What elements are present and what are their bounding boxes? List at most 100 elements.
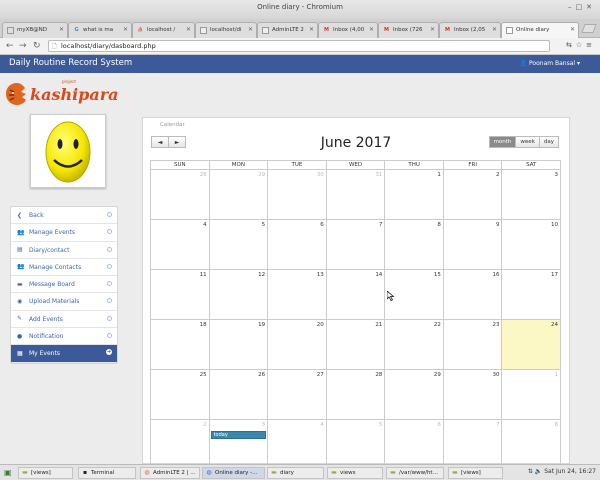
week-view-button[interactable]: week xyxy=(515,136,540,148)
calendar-day[interactable]: 30 xyxy=(268,170,327,219)
taskbar-item[interactable]: ▬ [views] xyxy=(448,467,503,479)
back-arrow-icon[interactable]: ← xyxy=(6,41,14,51)
calendar-day[interactable]: 28 xyxy=(151,170,210,219)
maximize-icon[interactable]: □ xyxy=(576,3,587,11)
calendar-day[interactable]: 7 xyxy=(444,420,503,466)
sidebar-item-manage-events[interactable]: 👥 Manage Events xyxy=(11,224,117,242)
sidebar-item-upload-materials[interactable]: ◉ Upload Materials xyxy=(11,293,117,311)
taskbar-item[interactable]: ▪ Terminal xyxy=(78,467,136,479)
taskbar-item[interactable]: ▬ views xyxy=(327,467,383,479)
clock[interactable]: Sat Jun 24, 16:27 xyxy=(544,468,596,475)
caret-down-icon: ▾ xyxy=(575,60,580,67)
close-tab-icon[interactable]: ✕ xyxy=(123,26,128,33)
close-icon[interactable]: ✕ xyxy=(586,3,596,11)
browser-tab[interactable]: localhost/di ✕ xyxy=(195,22,257,38)
month-view-button[interactable]: month xyxy=(488,136,517,148)
calendar-day[interactable]: 19 xyxy=(210,320,269,369)
translate-icon[interactable]: ⇆ xyxy=(566,41,576,49)
calendar-day[interactable]: 8 xyxy=(385,220,444,269)
user-menu[interactable]: 👤 Poonam Bansal ▾ xyxy=(520,60,580,67)
sidebar-item-manage-contacts[interactable]: 👥 Manage Contacts xyxy=(11,259,117,277)
sidebar-item-notification[interactable]: ● Notification xyxy=(11,328,117,346)
taskbar-item[interactable]: ▬ diary xyxy=(267,467,324,479)
close-tab-icon[interactable]: ✕ xyxy=(430,26,435,33)
calendar-day[interactable]: 29 xyxy=(385,370,444,419)
taskbar-item-active[interactable]: ◍ Online diary -... xyxy=(202,467,265,479)
calendar-day[interactable]: 2 xyxy=(444,170,503,219)
bookmark-star-icon[interactable]: ☆ xyxy=(576,41,586,49)
calendar-day[interactable]: 12 xyxy=(210,270,269,319)
taskbar-item[interactable]: ◍ AdminLTE 2 | ... xyxy=(140,467,200,479)
calendar-day[interactable]: 30 xyxy=(444,370,503,419)
sidebar-item-message-board[interactable]: ▬ Message Board xyxy=(11,276,117,294)
close-tab-icon[interactable]: ✕ xyxy=(369,26,374,33)
calendar-day[interactable]: 29 xyxy=(210,170,269,219)
calendar-day[interactable]: 23 xyxy=(444,320,503,369)
calendar-day-today[interactable]: 24 xyxy=(502,320,561,369)
calendar-day[interactable]: 5 xyxy=(210,220,269,269)
sidebar-item-diary-contact[interactable]: ▤ Diary/contact xyxy=(11,242,117,259)
calendar-day[interactable]: 11 xyxy=(151,270,210,319)
calendar-day[interactable]: 4 xyxy=(151,220,210,269)
sidebar-item-my-events[interactable]: ▦ My Events ➜ xyxy=(11,345,117,363)
calendar-day[interactable]: 7 xyxy=(327,220,386,269)
close-tab-icon[interactable]: ✕ xyxy=(570,26,575,33)
calendar-day[interactable]: 17 xyxy=(502,270,560,319)
calendar-event[interactable]: today xyxy=(210,431,267,439)
calendar-day[interactable]: 10 xyxy=(502,220,560,269)
close-tab-icon[interactable]: ✕ xyxy=(248,26,253,33)
browser-tab[interactable]: AdminLTE 2 ✕ xyxy=(257,22,318,38)
calendar-day[interactable]: 3 xyxy=(502,170,560,219)
sidebar-item-add-events[interactable]: ✎ Add Events xyxy=(11,311,117,329)
menu-icon[interactable]: ≡ xyxy=(586,41,596,49)
calendar-day[interactable]: 5 xyxy=(327,420,386,466)
volume-icon[interactable]: 🔈 xyxy=(535,468,542,475)
browser-tab[interactable]: Gwhat is ma ✕ xyxy=(68,22,132,38)
sidebar-item-back[interactable]: ❮ Back xyxy=(11,207,117,225)
taskbar-item[interactable]: ▬ [views] xyxy=(18,467,73,479)
close-tab-icon[interactable]: ✕ xyxy=(186,26,191,33)
close-tab-icon[interactable]: ✕ xyxy=(492,26,497,33)
calendar-day[interactable]: 18 xyxy=(151,320,210,369)
browser-tab[interactable]: M Inbox (2,05 ✕ xyxy=(439,22,501,38)
calendar-day[interactable]: 6 xyxy=(385,420,444,466)
calendar-day[interactable]: 2 xyxy=(151,420,210,466)
browser-tab[interactable]: M Inbox (726 ✕ xyxy=(378,22,439,38)
browser-tab[interactable]: M Inbox (4,00 ✕ xyxy=(318,22,378,38)
taskbar-item[interactable]: ▬/var/www/ht... xyxy=(386,467,444,479)
browser-tab-active[interactable]: Online diary ✕ xyxy=(501,22,579,39)
calendar-day[interactable]: 22 xyxy=(385,320,444,369)
calendar-day[interactable]: 27 xyxy=(268,370,327,419)
weekday-label: THU xyxy=(385,161,444,169)
app-brand[interactable]: Daily Routine Record System xyxy=(9,58,132,68)
close-tab-icon[interactable]: ✕ xyxy=(59,26,64,33)
calendar-day[interactable]: 31 xyxy=(327,170,386,219)
calendar-day[interactable]: 16 xyxy=(444,270,503,319)
window-controls[interactable]: –□✕ xyxy=(568,3,596,11)
address-input[interactable]: 🗋 localhost/diary/dasboard.php xyxy=(48,40,550,52)
browser-tab[interactable]: ⛵ localhost / ✕ xyxy=(132,22,195,38)
calendar-day[interactable]: 14 xyxy=(327,270,386,319)
forward-arrow-icon[interactable]: → xyxy=(19,41,27,51)
calendar-day[interactable]: 13 xyxy=(268,270,327,319)
calendar-day[interactable]: 1 xyxy=(502,370,560,419)
calendar-day[interactable]: 4 xyxy=(268,420,327,466)
calendar-day[interactable]: 3 today xyxy=(210,420,269,466)
reload-icon[interactable]: ↻ xyxy=(33,41,41,51)
calendar-day[interactable]: 21 xyxy=(327,320,386,369)
close-tab-icon[interactable]: ✕ xyxy=(309,26,314,33)
calendar-day[interactable]: 1 xyxy=(385,170,444,219)
browser-tab[interactable]: myXB@ND ✕ xyxy=(2,22,68,38)
calendar-day[interactable]: 6 xyxy=(268,220,327,269)
calendar-day[interactable]: 25 xyxy=(151,370,210,419)
calendar-day[interactable]: 8 xyxy=(502,420,560,466)
network-icon[interactable]: ⇅ xyxy=(528,468,533,475)
calendar-day[interactable]: 28 xyxy=(327,370,386,419)
calendar-day[interactable]: 26 xyxy=(210,370,269,419)
page-info-icon[interactable]: 🗋 xyxy=(52,42,57,52)
calendar-day[interactable]: 20 xyxy=(268,320,327,369)
minimize-icon[interactable]: – xyxy=(568,3,576,11)
start-menu-icon[interactable]: ▣ xyxy=(4,468,12,477)
calendar-day[interactable]: 9 xyxy=(444,220,503,269)
day-view-button[interactable]: day xyxy=(538,136,559,148)
